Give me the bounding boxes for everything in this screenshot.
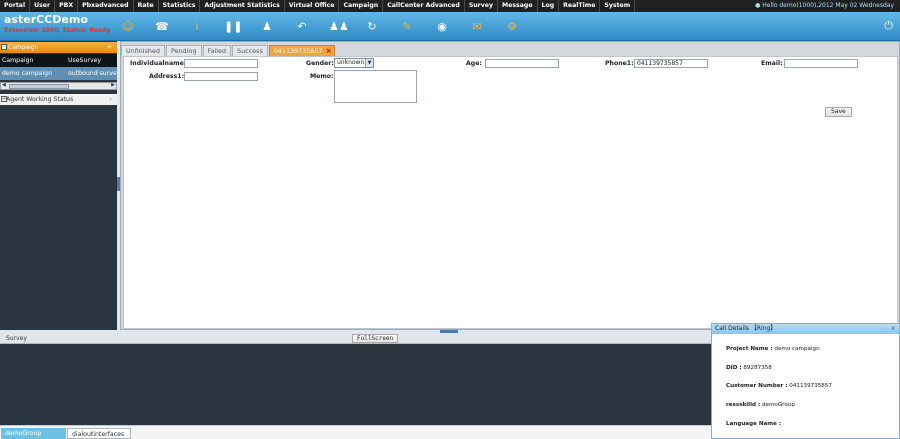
fullscreen-button[interactable]: FullScreen [352,334,399,343]
tab-pending[interactable]: Pending [165,45,202,56]
campaign-panel-title: Campaign [8,44,39,51]
refresh-icon[interactable]: ↻ [364,20,380,34]
phone-label: Phone1: [605,60,634,67]
tab-success[interactable]: Success [232,45,268,56]
customer-form: Individualname: Gender: unknown ▼ Age: Ph… [123,56,898,329]
mail-icon[interactable]: ✉ [469,20,485,34]
email-label: Email: [761,60,783,67]
nav-pbx[interactable]: PBX [55,0,79,12]
chevron-right-icon[interactable]: › [110,94,112,105]
name-label: Individualname: [130,60,187,67]
reply-icon[interactable]: ↶ [294,20,310,34]
power-icon[interactable]: ⏻ [884,19,893,33]
nav-user[interactable]: User [30,0,56,12]
email-input[interactable] [784,59,858,68]
transfer-icon[interactable]: ♟ [259,20,275,34]
campaign-table: Campaign UseSurvey demo campaign outboun… [0,54,117,80]
tab-customer-label: 041139735857 [273,47,323,55]
tab-bar: Unfinished Pending Failed Success 041139… [121,44,336,56]
age-input[interactable] [485,59,559,68]
project-row: Project Name : demo campaign [726,346,820,352]
col-campaign: Campaign [2,57,34,64]
tab-failed[interactable]: Failed [202,45,232,56]
did-row: DID : 89287358 [726,365,772,371]
settings-icon[interactable]: ⚙ [504,20,520,34]
agent-working-status-header[interactable]: + Agent Working Status › [0,94,117,105]
col-usesurvey: UseSurvey [68,57,102,64]
language-row: Language Name : [726,421,782,427]
tab-dialoutinterfaces[interactable]: dialoutinterfaces [67,428,131,439]
campaign-panel-header[interactable]: - Campaign + [0,42,117,53]
header-bar: asterCCDemo Extension: 1000, Status: Rea… [0,12,900,41]
skill-row: ressskilld : demoGroup [726,402,795,408]
cell-survey: outbound survey [68,70,117,77]
main-panel: Unfinished Pending Failed Success 041139… [120,41,900,330]
close-icon[interactable]: x [891,324,895,334]
agent-status-text: Extension: 1000, Status: Ready [4,27,111,34]
agent-working-status-title: Agent Working Status [6,96,74,103]
memo-textarea[interactable] [334,70,417,103]
customer-row: Customer Number : 041139735857 [726,383,832,389]
pause-icon[interactable]: ❚❚ [224,20,242,34]
nav-callcenter-advanced[interactable]: CallCenter Advanced [383,0,465,12]
address-label: Address1: [149,73,185,80]
brand-title: asterCCDemo [4,13,88,26]
cell-campaign: demo campaign [2,70,53,77]
nav-campaign[interactable]: Campaign [339,0,384,12]
globe-icon[interactable]: ◉ [434,20,450,34]
nav-message[interactable]: Message [498,0,538,12]
top-nav: Portal User PBX Pbxadvanced Rate Statist… [0,0,900,12]
table-header: Campaign UseSurvey [0,54,117,67]
phone-input[interactable]: 041139735857 [634,59,708,68]
horizontal-scrollbar[interactable]: ◀ ▶ [0,82,117,90]
nav-system[interactable]: System [600,0,636,12]
nav-survey[interactable]: Survey [465,0,498,12]
info-icon[interactable]: i [189,20,205,34]
nav-portal[interactable]: Portal [0,0,31,12]
tab-unfinished[interactable]: Unfinished [121,45,165,56]
chevron-down-icon[interactable]: ▼ [365,59,373,67]
nav-realtime[interactable]: RealTime [559,0,601,12]
agent-icon[interactable]: ☺ [120,20,136,34]
collapse-icon[interactable]: - [1,44,7,50]
address-input[interactable] [184,72,258,81]
nav-statistics[interactable]: Statistics [159,0,201,12]
age-label: Age: [466,60,482,67]
phone-icon[interactable]: ☎ [154,20,170,34]
nav-log[interactable]: Log [538,0,560,12]
memo-label: Memo: [310,73,334,80]
conference-icon[interactable]: ♟♟ [329,20,349,34]
tab-customer[interactable]: 041139735857 × [268,45,335,56]
save-button[interactable]: Save [825,107,852,117]
nav-pbxadvanced[interactable]: Pbxadvanced [78,0,134,12]
call-details-header: Call Details 【Ring】 x [712,324,899,334]
scroll-thumb[interactable] [9,84,69,89]
left-panel: - Campaign + Campaign UseSurvey demo cam… [0,41,118,330]
scroll-right-icon[interactable]: ▶ [111,82,115,88]
expand-icon[interactable]: + [1,96,7,102]
nav-virtual-office[interactable]: Virtual Office [285,0,340,12]
table-row[interactable]: demo campaign outbound survey [0,67,117,80]
tab-demogroup[interactable]: demoGroup [1,428,66,439]
gender-select[interactable]: unknown ▼ [334,58,374,68]
call-details-popup: Call Details 【Ring】 x Project Name : dem… [711,323,900,439]
user-greeting: ● Hello demo(1000),2012 May 02 Wednesday [755,2,894,9]
gender-label: Gender: [306,60,334,67]
nav-rate[interactable]: Rate [134,0,159,12]
survey-label: Survey [6,335,27,342]
edit-icon[interactable]: ✎ [399,20,415,34]
scroll-left-icon[interactable]: ◀ [2,82,6,88]
add-campaign-button[interactable]: + [107,42,112,53]
name-input[interactable] [184,59,258,68]
call-details-title: Call Details 【Ring】 [715,325,777,332]
nav-adjustment-statistics[interactable]: Adjustment Statistics [200,0,285,12]
